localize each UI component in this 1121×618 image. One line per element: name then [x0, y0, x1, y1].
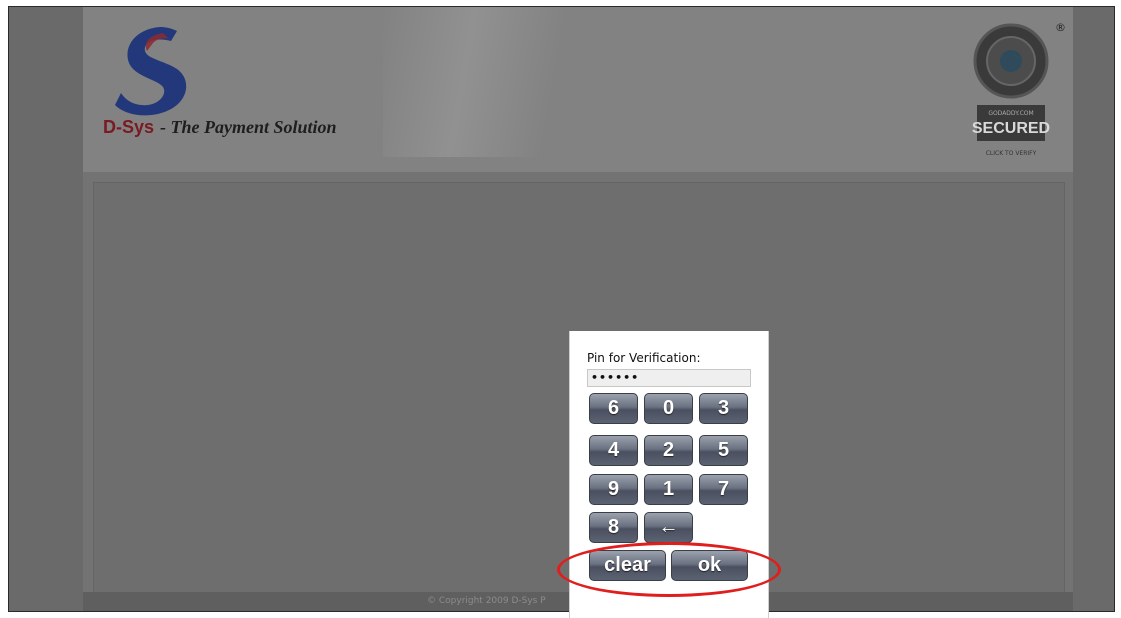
page-header: D-Sys - The Payment Solution GODADDY.COM …: [83, 7, 1073, 172]
brand-name: D-Sys: [103, 117, 155, 137]
copyright-text: © Copyright 2009 D-Sys P: [427, 596, 546, 606]
pin-input[interactable]: ••••••: [587, 369, 751, 387]
key-9[interactable]: 9: [589, 474, 638, 505]
seal-registered-mark: ®: [1055, 21, 1066, 34]
pin-label: Pin for Verification:: [587, 351, 701, 365]
clear-button[interactable]: clear: [589, 550, 666, 581]
seal-bottom-text: CLICK TO VERIFY: [986, 150, 1037, 157]
seal-top-text: GODADDY.COM: [988, 110, 1033, 117]
ok-button[interactable]: ok: [671, 550, 748, 581]
key-4[interactable]: 4: [589, 435, 638, 466]
key-0[interactable]: 0: [644, 393, 693, 424]
pin-keypad-dialog: Pin for Verification: •••••• 6 0 3 4 2 5…: [569, 331, 769, 618]
logo-text: D-Sys - The Payment Solution: [103, 117, 337, 138]
key-6[interactable]: 6: [589, 393, 638, 424]
key-5[interactable]: 5: [699, 435, 748, 466]
seal-main-text: SECURED: [972, 120, 1050, 137]
key-8[interactable]: 8: [589, 512, 638, 543]
key-3[interactable]: 3: [699, 393, 748, 424]
brand-tagline: - The Payment Solution: [160, 117, 337, 137]
d-sys-logo-icon: [115, 27, 187, 116]
key-7[interactable]: 7: [699, 474, 748, 505]
secured-seal-icon[interactable]: GODADDY.COM SECURED CLICK TO VERIFY: [971, 19, 1051, 161]
key-1[interactable]: 1: [644, 474, 693, 505]
header-swoosh-decoration: [383, 7, 563, 157]
dimmed-page-overlay: D-Sys - The Payment Solution GODADDY.COM …: [8, 6, 1115, 612]
backspace-arrow-icon[interactable]: ←: [644, 512, 693, 543]
key-2[interactable]: 2: [644, 435, 693, 466]
